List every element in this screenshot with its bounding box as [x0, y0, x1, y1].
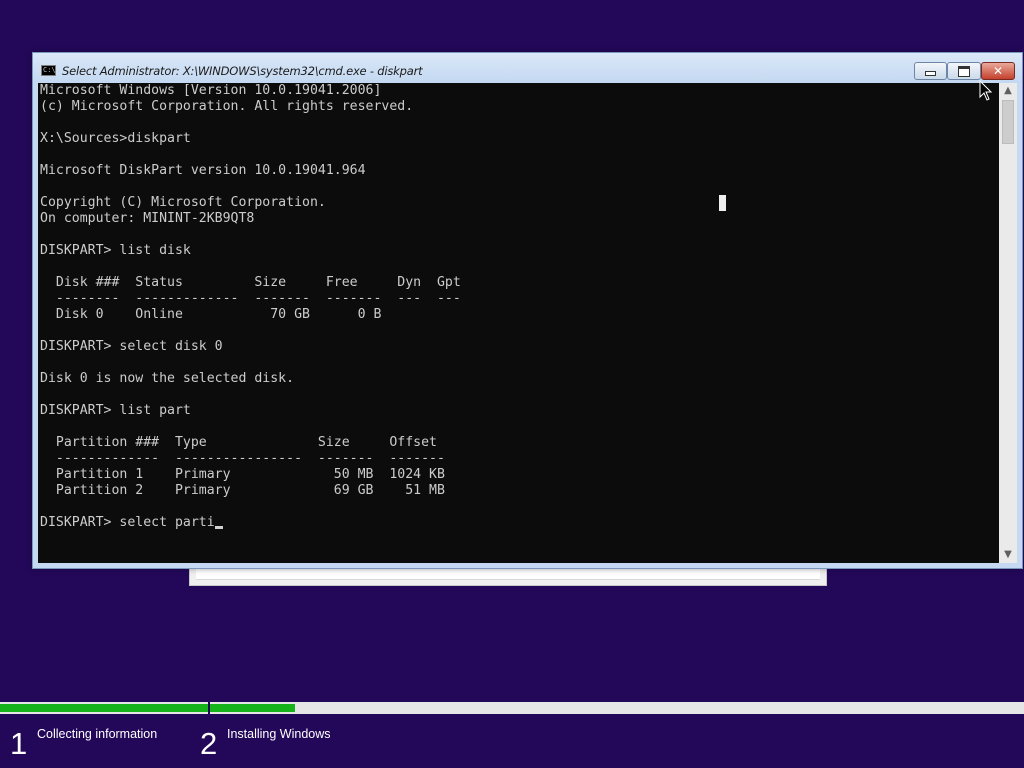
- console-line: DISKPART> list disk: [40, 243, 191, 258]
- scroll-thumb[interactable]: [1002, 100, 1014, 144]
- console-line: Partition 2 Primary 69 GB 51 MB: [40, 483, 445, 498]
- step-number: 2: [200, 726, 218, 761]
- console-line: Copyright (C) Microsoft Corporation.: [40, 195, 326, 210]
- progress-fill-collecting: [0, 704, 208, 712]
- console-text: Microsoft Windows [Version 10.0.19041.20…: [38, 83, 999, 531]
- console-line: ------------- ---------------- ------- -…: [40, 451, 445, 466]
- scroll-down-arrow-icon[interactable]: ▼: [999, 547, 1017, 563]
- block-cursor: [719, 195, 726, 211]
- console-line: Disk 0 is now the selected disk.: [40, 371, 295, 386]
- console-line: Microsoft Windows [Version 10.0.19041.20…: [40, 83, 382, 98]
- console-output[interactable]: Microsoft Windows [Version 10.0.19041.20…: [38, 83, 999, 563]
- console-line: Partition 1 Primary 50 MB 1024 KB: [40, 467, 445, 482]
- progress-fill-installing: [210, 704, 296, 712]
- vertical-scrollbar[interactable]: ▲ ▼: [999, 83, 1017, 563]
- cmd-window: C:\ Select Administrator: X:\WINDOWS\sys…: [32, 52, 1023, 569]
- progress-segment-collecting: [0, 702, 208, 714]
- minimize-button[interactable]: [914, 62, 947, 80]
- console-line: X:\Sources>diskpart: [40, 131, 191, 146]
- mouse-pointer-icon: [979, 80, 992, 101]
- step-label: Installing Windows: [227, 727, 331, 741]
- minimize-icon: [925, 71, 936, 76]
- console-line: Disk ### Status Size Free Dyn Gpt: [40, 275, 461, 290]
- close-icon: ✕: [992, 64, 1004, 78]
- console-line: (c) Microsoft Corporation. All rights re…: [40, 99, 414, 114]
- scroll-up-arrow-icon[interactable]: ▲: [999, 83, 1017, 99]
- console-line: DISKPART> select disk 0: [40, 339, 223, 354]
- setup-progress-bar: [0, 702, 1024, 714]
- maximize-button[interactable]: [947, 62, 981, 80]
- window-title: Select Administrator: X:\WINDOWS\system3…: [62, 64, 423, 78]
- console-line: -------- ------------- ------- ------- -…: [40, 291, 461, 306]
- cmd-app-icon: C:\: [41, 65, 56, 76]
- console-line: Disk 0 Online 70 GB 0 B: [40, 307, 382, 322]
- restore-icon: [958, 65, 970, 77]
- progress-segment-installing: [210, 702, 1024, 714]
- text-cursor: [214, 526, 223, 529]
- console-input-line[interactable]: DISKPART> select parti: [40, 515, 215, 530]
- close-button[interactable]: ✕: [981, 62, 1015, 80]
- title-bar[interactable]: C:\ Select Administrator: X:\WINDOWS\sys…: [33, 53, 1022, 83]
- console-line: On computer: MININT-2KB9QT8: [40, 211, 255, 226]
- step-label: Collecting information: [37, 727, 158, 741]
- console-line: Partition ### Type Size Offset: [40, 435, 437, 450]
- console-line: DISKPART> list part: [40, 403, 191, 418]
- console-line: Microsoft DiskPart version 10.0.19041.96…: [40, 163, 366, 178]
- step-number: 1: [10, 726, 28, 761]
